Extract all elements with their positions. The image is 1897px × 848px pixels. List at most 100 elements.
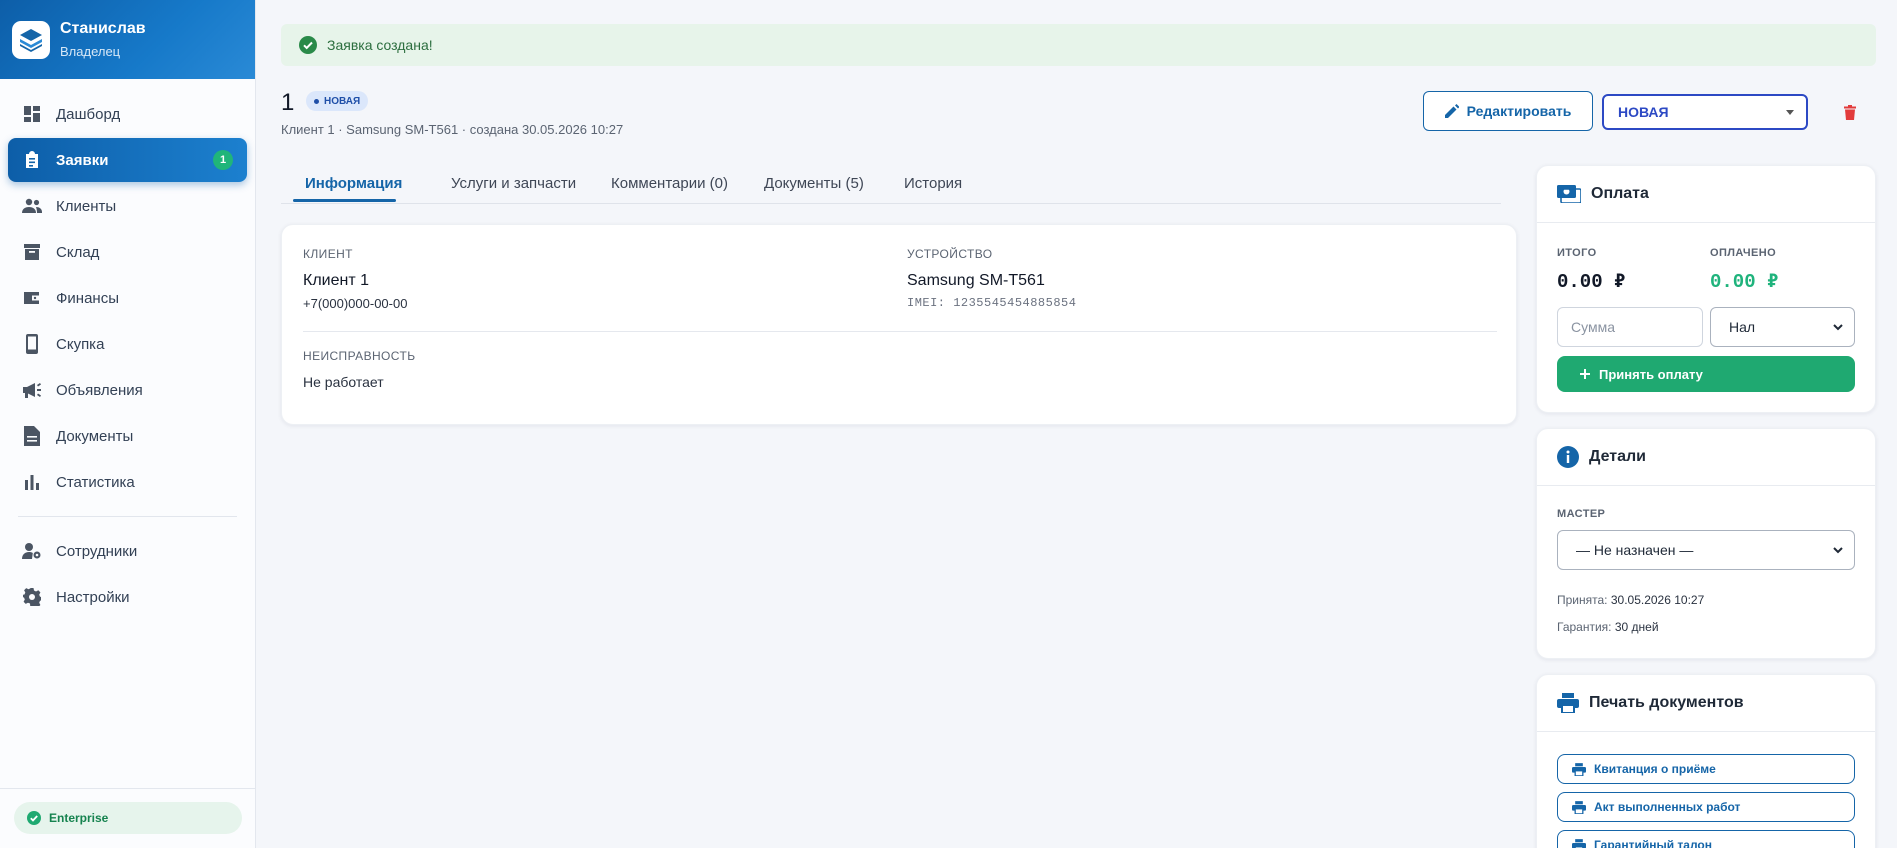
payment-method-select[interactable]: Нал (1710, 307, 1855, 347)
sidebar-item-warehouse[interactable]: Склад (8, 230, 247, 274)
tab-history[interactable]: История (904, 175, 962, 204)
master-label: МАСТЕР (1557, 508, 1606, 520)
info-icon (1557, 446, 1579, 468)
sidebar-item-buyback[interactable]: Скупка (8, 322, 247, 366)
device-name: Samsung SM-T561 (907, 272, 1045, 289)
check-circle-icon (299, 36, 317, 54)
fault-label: НЕИСПРАВНОСТЬ (303, 349, 416, 363)
bar-chart-icon (22, 472, 42, 492)
sidebar-item-label: Дашборд (56, 105, 121, 123)
doc-label: Квитанция о приёме (1594, 762, 1716, 776)
order-meta: Клиент 1 · Samsung SM-T561 · создана 30.… (281, 122, 624, 137)
status-select[interactable]: НОВАЯ (1602, 94, 1808, 130)
print-act-button[interactable]: Акт выполненных работ (1557, 792, 1855, 822)
tab-documents[interactable]: Документы (5) (764, 175, 864, 204)
master-select[interactable]: — Не назначен — (1557, 530, 1855, 570)
amount-input[interactable]: Сумма (1557, 307, 1703, 347)
accepted-value: 30.05.2026 10:27 (1610, 593, 1705, 607)
sidebar-item-statistics[interactable]: Статистика (8, 460, 247, 504)
info-card: КЛИЕНТ Клиент 1 +7(000)000-00-00 УСТРОЙС… (281, 224, 1517, 425)
printer-icon (1557, 693, 1579, 713)
sidebar-item-settings[interactable]: Настройки (8, 575, 247, 619)
dashboard-icon (22, 104, 42, 124)
payment-title: Оплата (1591, 185, 1649, 202)
chevron-down-icon (1832, 544, 1844, 556)
tab-services-parts[interactable]: Услуги и запчасти (451, 175, 576, 204)
accept-payment-button[interactable]: Принять оплату (1557, 356, 1855, 392)
money-icon (1557, 185, 1581, 203)
caret-down-icon (1786, 110, 1794, 115)
chevron-down-icon (1832, 321, 1844, 333)
print-card: Печать документов Квитанция о приёме Акт… (1536, 674, 1876, 848)
printer-icon (1572, 762, 1586, 776)
accept-payment-label: Принять оплату (1599, 366, 1703, 382)
clipboard-icon (22, 150, 42, 170)
status-badge-label: НОВАЯ (324, 95, 361, 107)
plan-badge[interactable]: Enterprise (14, 802, 242, 834)
people-icon (22, 196, 42, 216)
client-name[interactable]: Клиент 1 (303, 272, 369, 290)
master-select-value: — Не назначен — (1576, 542, 1694, 558)
sidebar-item-label: Документы (56, 427, 134, 445)
archive-box-icon (22, 242, 42, 262)
plus-icon (1579, 368, 1591, 380)
print-header: Печать документов (1537, 675, 1875, 732)
print-receipt-button[interactable]: Квитанция о приёме (1557, 754, 1855, 784)
total-value: 0.00 ₽ (1557, 271, 1626, 293)
payment-method-value: Нал (1729, 319, 1756, 335)
device-imei: IMEI: 1235545454885854 (907, 296, 1077, 310)
client-label: КЛИЕНТ (303, 247, 353, 261)
payment-card: Оплата ИТОГО 0.00 ₽ ОПЛАЧЕНО 0.00 ₽ Сумм… (1536, 165, 1876, 413)
user-name: Станислав (60, 19, 146, 37)
sidebar-item-employees[interactable]: Сотрудники (8, 529, 247, 573)
edit-button[interactable]: Редактировать (1423, 91, 1593, 131)
plan-name: Enterprise (49, 811, 109, 825)
active-tab-indicator (293, 199, 396, 202)
tab-bar: Информация Услуги и запчасти Комментарии… (281, 169, 1501, 204)
sidebar-item-label: Финансы (56, 289, 119, 307)
sidebar-item-dashboard[interactable]: Дашборд (8, 92, 247, 136)
info-divider (303, 331, 1497, 332)
sidebar-item-label: Объявления (56, 381, 143, 399)
sidebar-nav: Дашборд Заявки 1 Клиенты Склад Финансы С… (0, 79, 255, 619)
alert-text: Заявка создана! (327, 37, 433, 53)
verified-icon (27, 811, 41, 825)
accepted-key: Принята: (1557, 593, 1608, 607)
success-alert: Заявка создана! (281, 24, 1876, 66)
sidebar-item-documents[interactable]: Документы (8, 414, 247, 458)
requests-count-badge: 1 (213, 150, 233, 170)
delete-button[interactable] (1839, 101, 1861, 123)
status-dot (314, 98, 319, 104)
payment-header: Оплата (1537, 166, 1875, 223)
sidebar-item-ads[interactable]: Объявления (8, 368, 247, 412)
tab-comments[interactable]: Комментарии (0) (611, 175, 728, 204)
doc-label: Гарантийный талон (1594, 838, 1713, 848)
accepted-row: Принята: 30.05.2026 10:27 (1557, 593, 1704, 607)
sidebar-item-finance[interactable]: Финансы (8, 276, 247, 320)
user-role: Владелец (60, 43, 121, 59)
sidebar-item-requests[interactable]: Заявки 1 (8, 138, 247, 182)
details-title: Детали (1589, 448, 1647, 465)
paid-label: ОПЛАЧЕНО (1710, 247, 1777, 259)
details-header: Детали (1537, 429, 1875, 486)
wallet-icon (22, 288, 42, 308)
sidebar-footer: Enterprise (0, 788, 256, 848)
warranty-key: Гарантия: (1557, 620, 1612, 634)
app-logo[interactable] (12, 20, 50, 59)
sidebar: Станислав Владелец Дашборд Заявки 1 Клие… (0, 0, 256, 848)
sidebar-header: Станислав Владелец (0, 0, 255, 79)
details-card: Детали МАСТЕР — Не назначен — Принята: 3… (1536, 428, 1876, 659)
edit-button-label: Редактировать (1466, 103, 1572, 119)
sidebar-divider (18, 516, 237, 517)
client-phone[interactable]: +7(000)000-00-00 (303, 296, 407, 311)
sidebar-item-label: Сотрудники (56, 542, 138, 560)
doc-label: Акт выполненных работ (1594, 800, 1741, 814)
total-label: ИТОГО (1557, 247, 1597, 259)
status-badge: НОВАЯ (306, 91, 369, 111)
print-title: Печать документов (1589, 694, 1744, 711)
print-warranty-button[interactable]: Гарантийный талон (1557, 830, 1855, 848)
phone-icon (22, 334, 42, 354)
printer-icon (1572, 838, 1586, 848)
sidebar-item-label: Склад (56, 243, 100, 261)
sidebar-item-clients[interactable]: Клиенты (8, 184, 247, 228)
